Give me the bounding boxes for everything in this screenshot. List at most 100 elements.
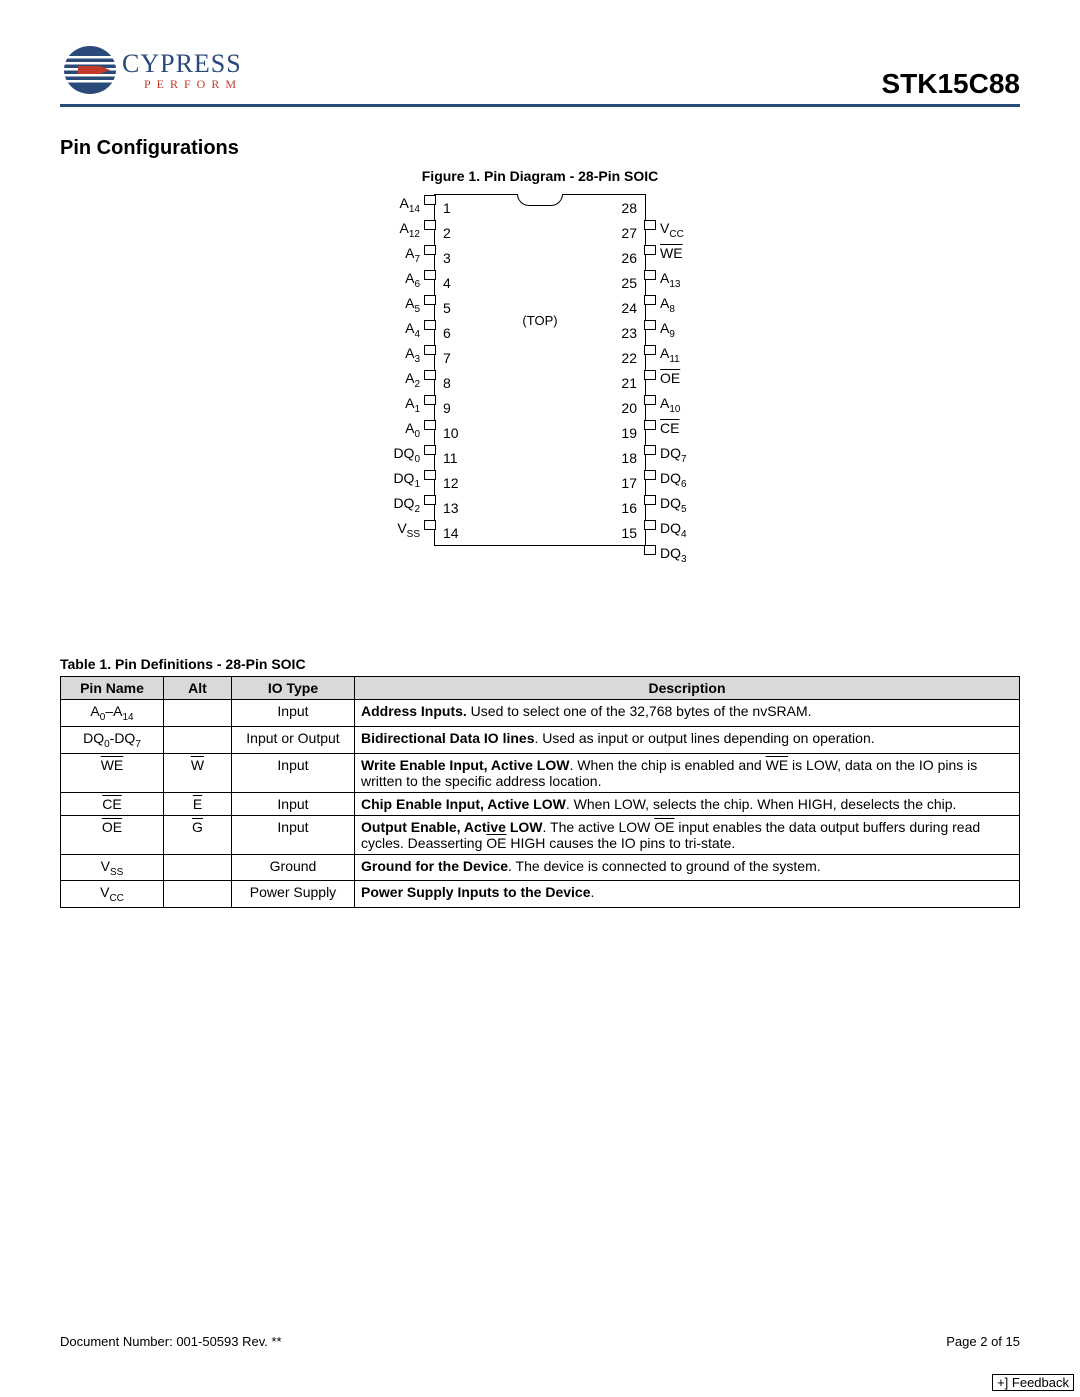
- pin-diagram: (TOP) A14128VCCA12227WEA7326A13A6425A8A5…: [60, 194, 1020, 546]
- table-row: OEGInputOutput Enable, Active LOW. The a…: [61, 815, 1020, 854]
- pin-label: DQ6: [660, 470, 715, 490]
- table-title: Table 1. Pin Definitions - 28-Pin SOIC: [60, 656, 1020, 672]
- cell-description: Chip Enable Input, Active LOW. When LOW,…: [355, 792, 1020, 815]
- pin-definitions-table: Pin NameAltIO TypeDescription A0–A14Inpu…: [60, 676, 1020, 908]
- pin-number: 12: [435, 475, 473, 491]
- pin-row: A5524A9: [435, 295, 645, 320]
- table-row: DQ0-DQ7 Input or OutputBidirectional Data…: [61, 726, 1020, 753]
- pin-label: A5: [365, 295, 420, 315]
- table-header: IO Type: [232, 677, 355, 700]
- cell-alt: W: [164, 753, 232, 792]
- pin-label: A14: [365, 195, 420, 215]
- pin-number: 11: [435, 450, 473, 466]
- pin-label: OE: [660, 370, 715, 386]
- pin-label: A6: [365, 270, 420, 290]
- table-row: VSSGroundGround for the Device. The devi…: [61, 854, 1020, 881]
- pin-number: 19: [607, 425, 645, 441]
- cell-alt: E: [164, 792, 232, 815]
- pin-row: A4623A11: [435, 320, 645, 345]
- table-row: A0–A14 InputAddress Inputs. Used to selec…: [61, 700, 1020, 727]
- pin-label: A3: [365, 345, 420, 365]
- pin-number: 25: [607, 275, 645, 291]
- pin-row: DQ21316DQ4: [435, 495, 645, 520]
- pin-row: DQ11217DQ5: [435, 470, 645, 495]
- pin-row: A7326A13: [435, 245, 645, 270]
- cell-pin-name: WE: [61, 753, 164, 792]
- cell-pin-name: CE: [61, 792, 164, 815]
- pin-label: A0: [365, 420, 420, 440]
- pin-label: WE: [660, 245, 715, 261]
- pin-label: A10: [660, 395, 715, 415]
- pin-label: A2: [365, 370, 420, 390]
- cell-alt: [164, 854, 232, 881]
- cell-io-type: Input or Output: [232, 726, 355, 753]
- brand-name: CYPRESS: [122, 49, 242, 79]
- cell-description: Address Inputs. Used to select one of th…: [355, 700, 1020, 727]
- page-number: Page 2 of 15: [946, 1334, 1020, 1349]
- pin-label: A13: [660, 270, 715, 290]
- pin-row: A12227WE: [435, 220, 645, 245]
- cell-description: Bidirectional Data IO lines. Used as inp…: [355, 726, 1020, 753]
- pin-number: 9: [435, 400, 473, 416]
- pin-number: 6: [435, 325, 473, 341]
- cell-io-type: Power Supply: [232, 881, 355, 908]
- pin-number: 2: [435, 225, 473, 241]
- pin-number: 5: [435, 300, 473, 316]
- pin-number: 22: [607, 350, 645, 366]
- pin-label: DQ7: [660, 445, 715, 465]
- pin-row: A14128VCC: [435, 195, 645, 220]
- cell-pin-name: OE: [61, 815, 164, 854]
- brand-tagline: PERFORM: [144, 77, 242, 92]
- pin-label: VSS: [365, 520, 420, 540]
- cell-pin-name: VCC: [61, 881, 164, 908]
- cell-alt: [164, 726, 232, 753]
- cell-pin-name: A0–A14: [61, 700, 164, 727]
- pin-label: VCC: [660, 220, 715, 240]
- pin-row: VSS1415DQ3: [435, 520, 645, 545]
- globe-icon: [60, 40, 130, 100]
- table-header: Pin Name: [61, 677, 164, 700]
- pin-number: 1: [435, 200, 473, 216]
- cell-io-type: Input: [232, 792, 355, 815]
- cell-pin-name: DQ0-DQ7: [61, 726, 164, 753]
- cell-alt: [164, 700, 232, 727]
- pin-label: DQ0: [365, 445, 420, 465]
- cell-description: Ground for the Device. The device is con…: [355, 854, 1020, 881]
- pin-row: A6425A8: [435, 270, 645, 295]
- section-title: Pin Configurations: [60, 137, 1020, 160]
- pin-label: DQ1: [365, 470, 420, 490]
- pin-number: 24: [607, 300, 645, 316]
- pin-row: A2821A10: [435, 370, 645, 395]
- table-row: VCCPower SupplyPower Supply Inputs to th…: [61, 881, 1020, 908]
- cell-pin-name: VSS: [61, 854, 164, 881]
- pin-number: 10: [435, 425, 473, 441]
- part-number: STK15C88: [881, 68, 1020, 100]
- doc-number: Document Number: 001-50593 Rev. **: [60, 1334, 282, 1349]
- header-rule: [60, 104, 1020, 107]
- pin-label: DQ2: [365, 495, 420, 515]
- feedback-button[interactable]: +] Feedback: [992, 1374, 1074, 1391]
- page-header: CYPRESS PERFORM STK15C88: [60, 40, 1020, 100]
- pin-label: A9: [660, 320, 715, 340]
- page-footer: Document Number: 001-50593 Rev. ** Page …: [60, 1334, 1020, 1349]
- pin-label: A7: [365, 245, 420, 265]
- pin-number: 15: [607, 525, 645, 541]
- cell-io-type: Input: [232, 700, 355, 727]
- cell-io-type: Input: [232, 753, 355, 792]
- pin-number: 27: [607, 225, 645, 241]
- pin-label: DQ3: [660, 545, 715, 565]
- pin-row: A3722OE: [435, 345, 645, 370]
- pin-number: 13: [435, 500, 473, 516]
- pin-row: DQ01118DQ6: [435, 445, 645, 470]
- pin-label: A11: [660, 345, 715, 365]
- pin-label: A1: [365, 395, 420, 415]
- pin-number: 4: [435, 275, 473, 291]
- pin-row: A01019DQ7: [435, 420, 645, 445]
- pin-number: 7: [435, 350, 473, 366]
- pin-number: 23: [607, 325, 645, 341]
- pin-label: A4: [365, 320, 420, 340]
- pin-row: A1920CE: [435, 395, 645, 420]
- cell-alt: G: [164, 815, 232, 854]
- pin-label: DQ4: [660, 520, 715, 540]
- pin-number: 18: [607, 450, 645, 466]
